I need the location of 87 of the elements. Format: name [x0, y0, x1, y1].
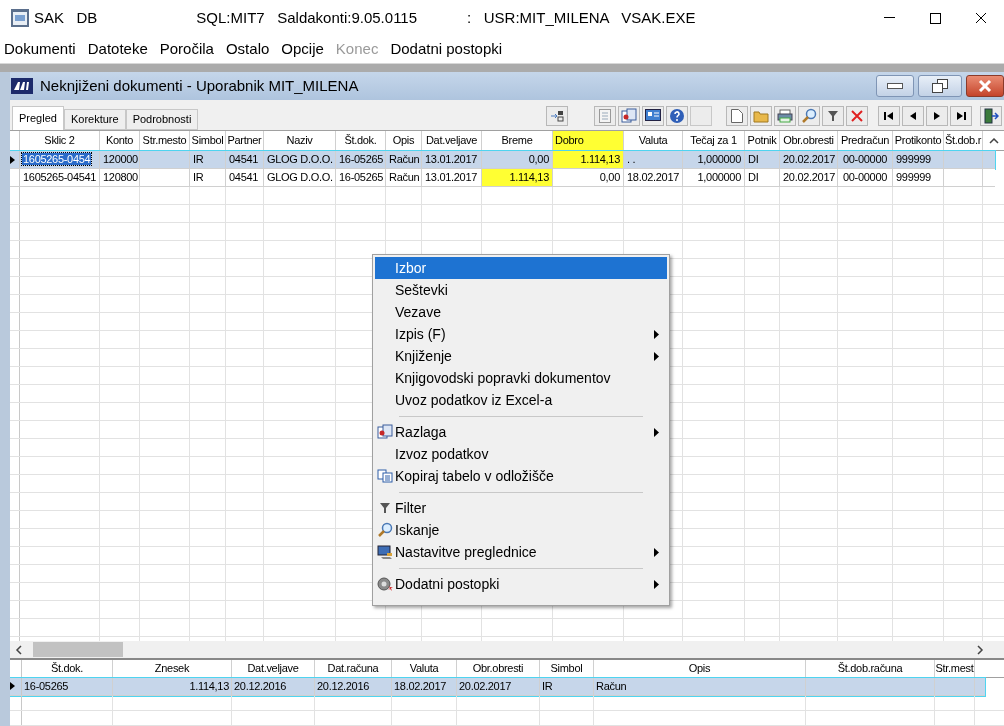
menu-item[interactable]: Kopiraj tabelo v odložišče: [375, 465, 667, 487]
column-header[interactable]: Št.dok.: [22, 660, 113, 677]
menu-item[interactable]: Ostalo: [225, 38, 270, 61]
table-row[interactable]: 16-05265 1.114,13 20.12.2016 20.12.2016 18.02.2017 20.02.2017 IR Račun: [10, 677, 985, 696]
menu-item[interactable]: Uvoz podatkov iz Excel-a: [375, 389, 667, 411]
table-cell: 1.114,13: [553, 151, 624, 168]
menu-item[interactable]: Iskanje: [375, 519, 667, 541]
column-header[interactable]: Št.dob.r: [944, 131, 983, 150]
menu-item[interactable]: Nastavitve preglednice: [375, 541, 667, 563]
tab[interactable]: Korekture: [63, 109, 126, 130]
table-cell: 00-00000: [838, 169, 893, 186]
tab[interactable]: Pregled: [12, 106, 64, 130]
table-cell: 120800: [100, 169, 140, 186]
column-header[interactable]: Obr.obresti: [780, 131, 838, 150]
column-header[interactable]: Predračun: [838, 131, 893, 150]
column-header[interactable]: Znesek: [113, 660, 232, 677]
table-cell: GLOG D.O.O.: [264, 151, 336, 168]
table-cell: 1,000000: [683, 151, 745, 168]
table-cell: 20.02.2017: [780, 169, 838, 186]
column-header[interactable]: Str.mesto: [140, 131, 190, 150]
column-header[interactable]: Simbol: [540, 660, 594, 677]
column-header[interactable]: Potnik: [745, 131, 780, 150]
menu-item[interactable]: Dodatni postopki: [390, 38, 503, 61]
column-header[interactable]: Simbol: [190, 131, 226, 150]
table-cell: 20.02.2017: [459, 679, 512, 692]
table-cell: 20.02.2017: [780, 151, 838, 168]
table-cell: 120000: [100, 151, 140, 168]
table-cell: IR: [542, 679, 553, 692]
column-header[interactable]: Protikonto: [893, 131, 944, 150]
column-header[interactable]: Partner: [226, 131, 264, 150]
table-cell: . .: [624, 151, 683, 168]
table-cell: 04541: [226, 169, 264, 186]
table-cell: 1.114,13: [482, 169, 553, 186]
table-cell: 1605265-0454: [20, 151, 100, 168]
menu-item[interactable]: Izpis (F): [375, 323, 667, 345]
column-header[interactable]: Valuta: [392, 660, 457, 677]
table-cell: Račun: [386, 151, 422, 168]
table-cell: 999999: [893, 151, 944, 168]
connection-info: SQL:MIT7 Saldakonti:9.05.0115: [196, 7, 418, 28]
menu-item[interactable]: Dodatni postopki: [375, 573, 667, 595]
table-cell: 13.01.2017: [422, 151, 482, 168]
table-cell: 1605265-04541: [20, 169, 100, 186]
menu-item[interactable]: Seštevki: [375, 279, 667, 301]
menu-item[interactable]: Vezave: [375, 301, 667, 323]
menu-item[interactable]: Dokumenti: [4, 38, 76, 61]
column-header[interactable]: Obr.obresti: [457, 660, 540, 677]
table-cell: Račun: [596, 679, 627, 692]
table-cell: 1.114,13: [189, 679, 229, 692]
menu-item[interactable]: Poročila: [159, 38, 214, 61]
window-title: Neknjiženi dokumenti - Uporabnik MIT_MILENA: [40, 75, 359, 96]
table-cell: 18.02.2017: [394, 679, 447, 692]
menu-item[interactable]: Izbor: [375, 257, 667, 279]
table-cell: 1,000000: [683, 169, 745, 186]
column-header[interactable]: Dat.veljave: [232, 660, 315, 677]
table-row[interactable]: 1605265-0454 120000 IR 04541 GLOG D.O.O. 16-05265 Račun 13.01.2017 0,00 1.114,13 . . 1,000000 DI 20.02.2017 00-00000 999999: [10, 151, 995, 169]
user-info: : USR:MIT_MILENA VSAK.EXE: [467, 7, 696, 28]
column-header[interactable]: Opis: [594, 660, 806, 677]
table-cell: 999999: [893, 169, 944, 186]
column-header[interactable]: Št.dob.računa: [806, 660, 935, 677]
table-cell: Račun: [386, 169, 422, 186]
table-cell: 16-05265: [24, 679, 69, 692]
table-row[interactable]: 1605265-04541 120800 IR 04541 GLOG D.O.O. 16-05265 Račun 13.01.2017 1.114,13 0,00 18.02.2017 1,000000 DI 20.02.2017 00-00000 999999: [10, 169, 995, 187]
menu-item[interactable]: Datoteke: [87, 38, 148, 61]
table-cell: 18.02.2017: [624, 169, 683, 186]
menu-item[interactable]: Razlaga: [375, 421, 667, 443]
column-header[interactable]: Dobro: [553, 131, 624, 150]
table-cell: 20.12.2016: [317, 679, 370, 692]
table-cell: 16-05265: [336, 169, 386, 186]
table-cell: 16-05265: [336, 151, 386, 168]
menu-item[interactable]: Izvoz podatkov: [375, 443, 667, 465]
column-header[interactable]: Dat.računa: [315, 660, 392, 677]
table-cell: 20.12.2016: [234, 679, 287, 692]
menu-item[interactable]: Opcije: [281, 38, 324, 61]
menu-item[interactable]: Filter: [375, 497, 667, 519]
app-name: SAK DB: [34, 7, 98, 28]
table-cell: 04541: [226, 151, 264, 168]
table-cell: GLOG D.O.O.: [264, 169, 336, 186]
table-cell: DI: [745, 151, 780, 168]
table-cell: 0,00: [553, 169, 624, 186]
tab[interactable]: Podrobnosti: [125, 109, 199, 130]
table-cell: DI: [745, 169, 780, 186]
column-header[interactable]: Str.mest: [935, 660, 975, 677]
table-cell: IR: [190, 151, 226, 168]
table-cell: IR: [190, 169, 226, 186]
menu-item[interactable]: Knjigovodski popravki dokumentov: [375, 367, 667, 389]
menu-item[interactable]: Knjiženje: [375, 345, 667, 367]
table-cell: 00-00000: [838, 151, 893, 168]
